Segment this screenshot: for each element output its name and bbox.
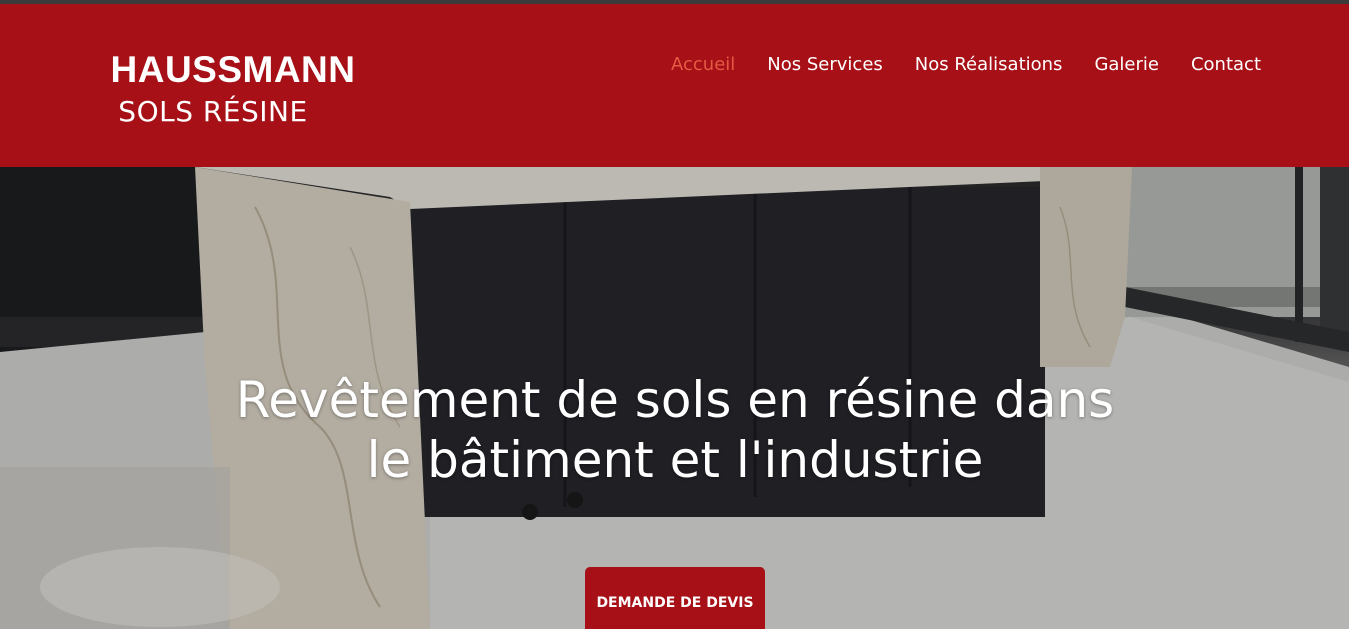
hero-section: Revêtement de sols en résine dans le bât… <box>0 167 1349 629</box>
main-nav: Accueil Nos Services Nos Réalisations Ga… <box>671 54 1261 75</box>
quote-request-button[interactable]: DEMANDE DE DEVIS <box>585 567 765 629</box>
logo-line-1: HAUSSMANN <box>110 49 356 90</box>
brand-logo[interactable]: HAUSSMANN SOLS RÉSINE <box>88 48 378 140</box>
nav-item-accueil[interactable]: Accueil <box>671 54 735 75</box>
nav-item-contact[interactable]: Contact <box>1191 54 1261 75</box>
nav-item-nos-realisations[interactable]: Nos Réalisations <box>915 54 1063 75</box>
site-header: HAUSSMANN SOLS RÉSINE Accueil Nos Servic… <box>0 4 1349 167</box>
nav-item-galerie[interactable]: Galerie <box>1094 54 1159 75</box>
logo-line-2: SOLS RÉSINE <box>118 95 308 128</box>
nav-item-nos-services[interactable]: Nos Services <box>767 54 882 75</box>
hero-headline: Revêtement de sols en résine dans le bât… <box>160 370 1190 490</box>
hero-headline-line-1: Revêtement de sols en résine dans <box>235 371 1115 429</box>
hero-headline-line-2: le bâtiment et l'industrie <box>366 431 984 489</box>
